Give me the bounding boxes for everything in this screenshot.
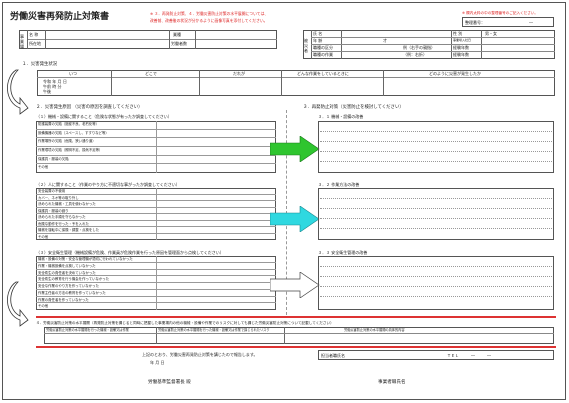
company-side-label: 事業場 xyxy=(20,34,24,49)
victim-age-label: 年 齢 xyxy=(313,38,323,43)
reporter-label: 担当者職氏名 xyxy=(321,353,345,358)
sec3-box1[interactable] xyxy=(318,121,554,173)
sec3-sub3: ３．３ 安全衛生管理の改善 xyxy=(318,250,368,255)
sec4-heading: ４．労働災害防止対策の水平展開（再発防止対策を講じると同時に把握した事業場内の他… xyxy=(36,321,334,325)
form-title: 労働災害再発防止対策書 xyxy=(10,12,110,22)
cause-item[interactable]: 安全な作業のやり方を作っていなかった xyxy=(36,283,276,290)
flow-arrow-1 xyxy=(7,69,29,115)
cause-item[interactable]: 作業場所の欠陥（危険、狭い通り道） xyxy=(36,138,276,147)
victim-gender-label: 性 別 xyxy=(453,31,463,36)
cause-item[interactable]: その他 xyxy=(36,303,276,310)
cause-item[interactable]: 安全衛生の責任者を決めていなかった xyxy=(36,269,276,277)
cause-item[interactable]: 安全衛生の教育を行う機会を作っていなかった xyxy=(36,276,276,283)
sec2-sub2: （２）人に関すること（作業のやり方に不適切な事がったか調査してください） xyxy=(36,182,180,187)
arrow-cyan xyxy=(270,206,320,232)
ref-number-value: ― xyxy=(529,20,533,25)
cause-item-label: 作業場所の欠陥（危険、狭い通り道） xyxy=(38,139,96,144)
sec4-col-3: 労働災害防止対策の水平展開の具体的内容 xyxy=(344,328,405,332)
cause-item-label: 作業の責任者を作っていなかった xyxy=(38,297,89,302)
workers-label: 労働者数 xyxy=(171,41,187,46)
address-label: 所在地 xyxy=(29,41,41,46)
cause-item-label: 危険な動作を行った・予を入れた xyxy=(38,221,89,226)
victim-age-unit: 才 xyxy=(383,38,387,43)
ref-number-box[interactable]: 整理番号： ― xyxy=(462,17,554,27)
when-pm: 午後 xyxy=(43,89,51,94)
flow-arrow-2 xyxy=(7,281,29,327)
red-note-1: ※ ３．再発防止対策、４．労働災害防止対策の水平展開については、 xyxy=(150,11,269,16)
victim-entry-label: 事業場入社日 xyxy=(453,38,472,42)
cause-item[interactable]: 機械・設備の対策・安全な管理機が適切に行われていなかった xyxy=(36,256,276,263)
cause-item[interactable]: その他 xyxy=(36,164,276,173)
cause-item-label: その他 xyxy=(38,234,49,239)
footer-statement: 上記のとおり、労働災害再発防止対策を講じたので報告します。 xyxy=(142,352,258,357)
col-who: だれが xyxy=(233,71,245,76)
red-divider-top xyxy=(36,316,556,318)
col-where: どこで xyxy=(145,71,157,76)
cause-item[interactable]: 設備機器の欠陥（スペースし、すすりなど等） xyxy=(36,129,276,139)
sec2-sub1: （１）機械・設備に関すること（危険な状態が有ったか調査してください） xyxy=(36,114,172,119)
col-when: いつ xyxy=(69,71,77,76)
arrow-green xyxy=(270,136,320,162)
cause-item-label: 保護具・服装の誤り xyxy=(38,208,69,213)
cause-item[interactable]: 防護装置の欠陥（施錠不良、老朽化等） xyxy=(36,121,276,130)
sec3-heading: ３．再発防止対策（災害防止を検討してください） xyxy=(303,105,404,110)
red-note-right: ※ 欄内太枠の中の整理番号のご記入ください。 xyxy=(462,11,539,15)
cause-item-label: 安全衛生の教育を行う機会を作っていなかった xyxy=(38,277,110,282)
victim-exp-label: 経験年数 xyxy=(453,45,469,50)
cause-item-label: 機械を運転中に保険・調整・点検をした xyxy=(38,228,100,232)
cause-item-label: 安全装置の不使用 xyxy=(38,189,66,193)
cause-item[interactable]: 作業の責任者を作っていなかった xyxy=(36,296,276,304)
footer-recipient: 労働基準監督署長 殿 xyxy=(148,380,191,385)
footer-date: 年 月 日 xyxy=(150,360,165,365)
cause-item-label: 安全衛生の責任者を決めていなかった xyxy=(38,270,96,275)
cause-item-label: 決められた手順を守らなかった xyxy=(38,215,86,219)
ref-number-label: 整理番号： xyxy=(465,20,485,25)
sec3-sub2: ３．２ 作業方法の改善 xyxy=(318,182,360,187)
reporter-box[interactable]: 担当者職氏名 ＴＥＬ ― ― xyxy=(318,350,554,360)
sec1-heading: １．災害発生状況 xyxy=(22,62,58,67)
cause-item-label: その他 xyxy=(38,165,49,170)
cause-item-label: 保護具・服装の欠陥 xyxy=(38,156,69,161)
industry-label: 業種 xyxy=(173,32,181,37)
cause-item[interactable]: 作業主任者の方法の教育を作っていなかった xyxy=(36,289,276,297)
arrow-white xyxy=(270,272,320,298)
reporter-tel: ＴＥＬ ― ― xyxy=(447,353,491,358)
cause-item-label: 作業環境の欠陥（照明不足、換気不足等） xyxy=(38,148,103,152)
red-divider-bottom xyxy=(36,346,556,348)
victim-task-label: 職種の作業 xyxy=(313,52,333,57)
cause-item[interactable]: 保護具・服装の欠陥 xyxy=(36,155,276,165)
sec2-sub3: （３）安全衛生管理（機械設備が危険、作業員が危険作業を行った原因を管理面から点検… xyxy=(36,250,224,255)
col-how: どのように災害が発生したか xyxy=(429,71,481,76)
cause-item-label: 決められた機械・工具を使わなかった xyxy=(38,202,96,206)
victim-task-example: （例：右折） xyxy=(403,52,427,57)
cause-item-label: 作業・機械設備を点検していなかった xyxy=(38,263,96,268)
cause-item-label: 機械・設備の対策・安全な管理機が適切に行われていなかった xyxy=(38,257,133,261)
sec3-sub1: ３．１ 機械・設備の改善 xyxy=(318,114,364,119)
red-note-2: 改善前、改善後の状況が分かるように画像写真を添付してください。 xyxy=(150,18,268,23)
cause-item-label: 作業主任者の方法の教育を作っていなかった xyxy=(38,290,106,295)
cause-item-label: 防護装置の欠陥（施錠不良、老朽化等） xyxy=(38,122,100,126)
footer-employer: 事業者職氏名 xyxy=(378,380,406,385)
cause-item-label: 安全な作業のやり方を作っていなかった xyxy=(38,284,99,288)
sec2-heading: ２．災害発生原因 （災害の原因を調査してください） xyxy=(36,105,143,110)
victim-job-example: 例（右手の親指） xyxy=(403,45,435,50)
cause-item-label: その他 xyxy=(38,304,49,309)
sec3-box2[interactable] xyxy=(318,188,554,240)
sec3-box3[interactable] xyxy=(318,256,554,310)
company-name-label: 名 称 xyxy=(29,32,39,37)
victim-job-label: 職種の区分 xyxy=(313,45,333,50)
col-doing: どんな作業をしているときに xyxy=(297,71,349,76)
sec4-col-2: 労働災害防止対策の水平展開を行った機械・設備又は作業で講じられたリスク xyxy=(158,328,270,332)
victim-name-label: 氏 名 xyxy=(313,31,323,36)
sec4-col-1: 労働災害防止対策の水平展開を行った機械・設備又は作業 xyxy=(46,328,129,332)
victim-gender-value: 男・女 xyxy=(485,31,497,36)
cause-item[interactable]: 作業・機械設備を点検していなかった xyxy=(36,262,276,270)
victim-exp2-label: 経験年数 xyxy=(453,52,469,57)
cause-item[interactable]: その他 xyxy=(36,233,276,240)
victim-side-label: 被災者 xyxy=(304,38,308,53)
cause-item-label: 設備機器の欠陥（スペースし、すすりなど等） xyxy=(38,130,109,135)
cause-item[interactable]: 作業環境の欠陥（照明不足、換気不足等） xyxy=(36,147,276,156)
cause-item-label: カバー、ネオ等の取り外し xyxy=(38,195,79,200)
